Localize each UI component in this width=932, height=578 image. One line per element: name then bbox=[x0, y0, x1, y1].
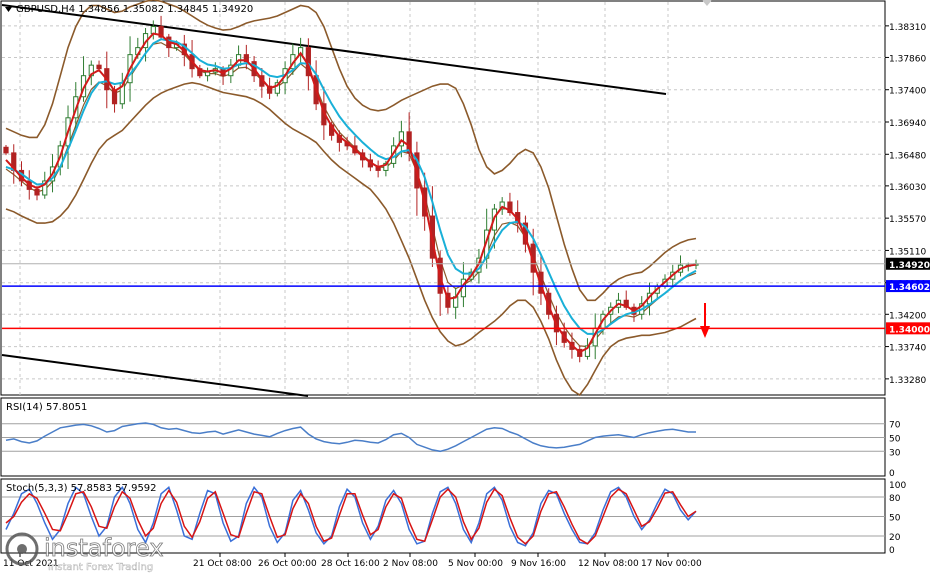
price-tick-label: 1.33740 bbox=[889, 344, 926, 354]
price-tick-label: 1.36480 bbox=[889, 151, 926, 161]
price-tick-label: 1.35110 bbox=[889, 247, 926, 257]
candle-body bbox=[34, 188, 40, 196]
stoch-level-label: 50 bbox=[889, 514, 901, 524]
stoch-level-label: 80 bbox=[889, 494, 901, 504]
rsi-level-label: 70 bbox=[889, 421, 901, 431]
level-blue-tag-label: 1.34602 bbox=[889, 283, 930, 293]
price-tick-label: 1.37860 bbox=[889, 54, 926, 64]
rsi-header: RSI(14) 57.8051 bbox=[6, 402, 87, 413]
trading-chart: 70 50 30 0 100 80 50 20 0 1.38310 1.37860 1.37400… bbox=[0, 0, 932, 574]
watermark-tagline: Instant Forex Trading bbox=[48, 562, 153, 573]
price-tick-label: 1.36940 bbox=[889, 119, 926, 129]
candle-body bbox=[204, 71, 211, 77]
main-header: GBPUSD,H4 1.34856 1.35082 1.34845 1.3492… bbox=[16, 4, 253, 15]
stoch-header: Stoch(5,3,3) 57.8583 57.9592 bbox=[6, 483, 157, 494]
rsi-level-label: 30 bbox=[889, 448, 901, 458]
level-red-tag-label: 1.34000 bbox=[889, 325, 930, 335]
price-tick-label: 1.36030 bbox=[889, 183, 926, 193]
candle-body bbox=[3, 146, 9, 154]
watermark-brand: instaforex bbox=[44, 534, 164, 562]
chart-svg: 70 50 30 0 100 80 50 20 0 1.38310 1.37860 1.37400… bbox=[0, 0, 932, 574]
price-tick-label: 1.34200 bbox=[889, 311, 926, 321]
stoch-level-label: 100 bbox=[889, 481, 906, 491]
current-price-tag-label: 1.34920 bbox=[889, 261, 930, 271]
candle-body bbox=[96, 64, 102, 70]
rsi-level-label: 0 bbox=[889, 469, 895, 479]
time-tick-label: 5 Nov 00:00 bbox=[448, 559, 503, 569]
logo-icon-dot bbox=[17, 544, 27, 554]
rsi-level-label: 50 bbox=[889, 435, 901, 445]
time-tick-label: 26 Oct 00:00 bbox=[258, 559, 317, 569]
time-tick-label: 9 Nov 16:00 bbox=[511, 559, 566, 569]
price-tick-label: 1.35570 bbox=[889, 215, 926, 225]
stoch-level-label: 0 bbox=[889, 546, 895, 556]
time-tick-label: 2 Nov 08:00 bbox=[383, 559, 438, 569]
candle-body bbox=[150, 26, 156, 35]
time-tick-label: 12 Nov 08:00 bbox=[578, 559, 639, 569]
stoch-level-label: 20 bbox=[889, 533, 901, 543]
price-tick-label: 1.38310 bbox=[889, 23, 926, 33]
price-tick-label: 1.33280 bbox=[889, 376, 926, 386]
time-tick-label: 21 Oct 08:00 bbox=[193, 559, 252, 569]
time-tick-label: 28 Oct 16:00 bbox=[321, 559, 380, 569]
time-tick-label: 17 Nov 00:00 bbox=[641, 559, 702, 569]
price-tick-label: 1.37400 bbox=[889, 87, 926, 97]
